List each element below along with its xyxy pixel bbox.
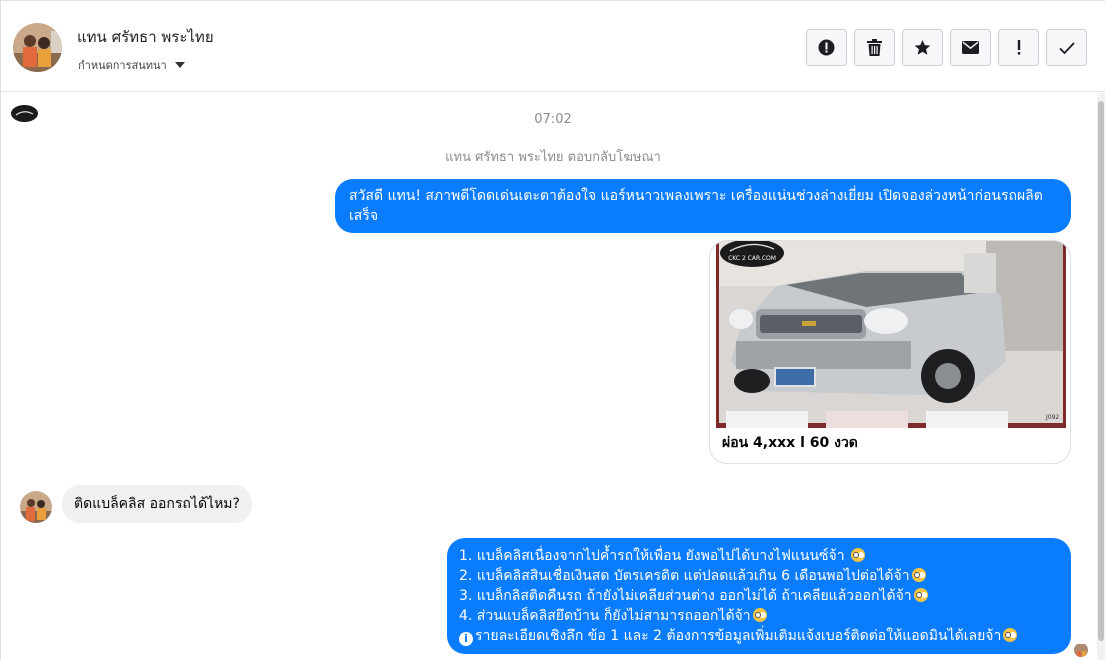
message-line-text: รายละเอียดเชิงลึก ข้อ 1 และ 2 ต้องการข้อ…: [475, 628, 1002, 644]
scrollbar-thumb[interactable]: [1098, 101, 1104, 641]
star-icon: [914, 40, 931, 55]
thread-label-text: กำหนดการสนทนา: [78, 59, 167, 72]
car-photo: CKC 2 CAR.COM J092: [716, 241, 1066, 428]
inbox-frame: แทน ศรัทธา พระไทย กำหนดการสนทนา 07:02 แท…: [0, 0, 1105, 660]
thread-label-dropdown[interactable]: กำหนดการสนทนา: [78, 56, 185, 74]
ad-reply-note: แทน ศรัทธา พระไทย ตอบกลับโฆษณา: [445, 150, 661, 165]
checkmark-icon: [1058, 41, 1075, 54]
contact-avatar[interactable]: [13, 23, 62, 72]
chevron-down-icon: [174, 62, 185, 68]
done-button[interactable]: [1046, 29, 1087, 66]
conversation-toolbar: [806, 29, 1087, 66]
mark-unread-button[interactable]: [950, 29, 991, 66]
trash-icon: [867, 39, 882, 56]
report-button[interactable]: [806, 29, 847, 66]
message-line: 2. แบล็คลิสสินเชื่อเงินสด บัตรเครดิต แต่…: [459, 566, 1059, 586]
seen-indicator-avatar: [1074, 643, 1088, 657]
outgoing-message[interactable]: สวัสดี แทน! สภาพดีโดดเด่นเตะตาต้องใจ แอร…: [335, 179, 1071, 233]
message-timestamp: 07:02: [534, 112, 572, 127]
message-line-text: 4. ส่วนแบล็คลิสยึดบ้าน ก็ยังไม่สามารถออก…: [459, 608, 751, 624]
message-line-text: 2. แบล็คลิสสินเชื่อเงินสด บัตรเครดิต แต่…: [459, 568, 910, 584]
face-emoji-icon: [911, 568, 926, 582]
exclamation-icon: [1017, 40, 1020, 55]
face-emoji-icon: [1003, 628, 1018, 642]
ad-card-caption: ผ่อน 4,xxx l 60 งวด: [722, 435, 858, 451]
thread-scrollbar[interactable]: [1097, 93, 1105, 660]
plate-code-text: J092: [1045, 414, 1059, 421]
important-button[interactable]: [998, 29, 1039, 66]
message-line: 1. แบล็คลิสเนื่องจากไปค้ำรถให้เพื่อน ยัง…: [459, 546, 1059, 566]
face-emoji-icon: [752, 608, 767, 622]
message-line: i รายละเอียดเชิงลึก ข้อ 1 และ 2 ต้องการข้…: [459, 626, 1059, 646]
message-line-text: 3. แบล็กลิสติดคืนรถ ถ้ายังไม่เคลียส่วนต่…: [459, 588, 912, 604]
ad-card[interactable]: CKC 2 CAR.COM J092 ผ่อน 4,xxx l 60 งวด: [709, 240, 1071, 464]
envelope-icon: [962, 41, 979, 54]
message-line: 3. แบล็กลิสติดคืนรถ ถ้ายังไม่เคลียส่วนต่…: [459, 586, 1059, 606]
contact-avatar-small[interactable]: [20, 491, 52, 523]
outgoing-message-list[interactable]: 1. แบล็คลิสเนื่องจากไปค้ำรถให้เพื่อน ยัง…: [447, 538, 1071, 654]
conversation-header: แทน ศรัทธา พระไทย กำหนดการสนทนา: [1, 1, 1105, 92]
contact-name[interactable]: แทน ศรัทธา พระไทย: [77, 25, 214, 49]
star-button[interactable]: [902, 29, 943, 66]
message-line-text: 1. แบล็คลิสเนื่องจากไปค้ำรถให้เพื่อน ยัง…: [459, 548, 845, 564]
face-emoji-icon: [913, 588, 928, 602]
incoming-message[interactable]: ติดแบล็คลิส ออกรถได้ไหม?: [62, 485, 252, 523]
delete-button[interactable]: [854, 29, 895, 66]
message-line: 4. ส่วนแบล็คลิสยึดบ้าน ก็ยังไม่สามารถออก…: [459, 606, 1059, 626]
alert-circle-icon: [818, 39, 835, 56]
watermark-text: CKC 2 CAR.COM: [728, 255, 776, 262]
info-icon: i: [459, 632, 473, 646]
face-emoji-icon: [851, 548, 866, 562]
